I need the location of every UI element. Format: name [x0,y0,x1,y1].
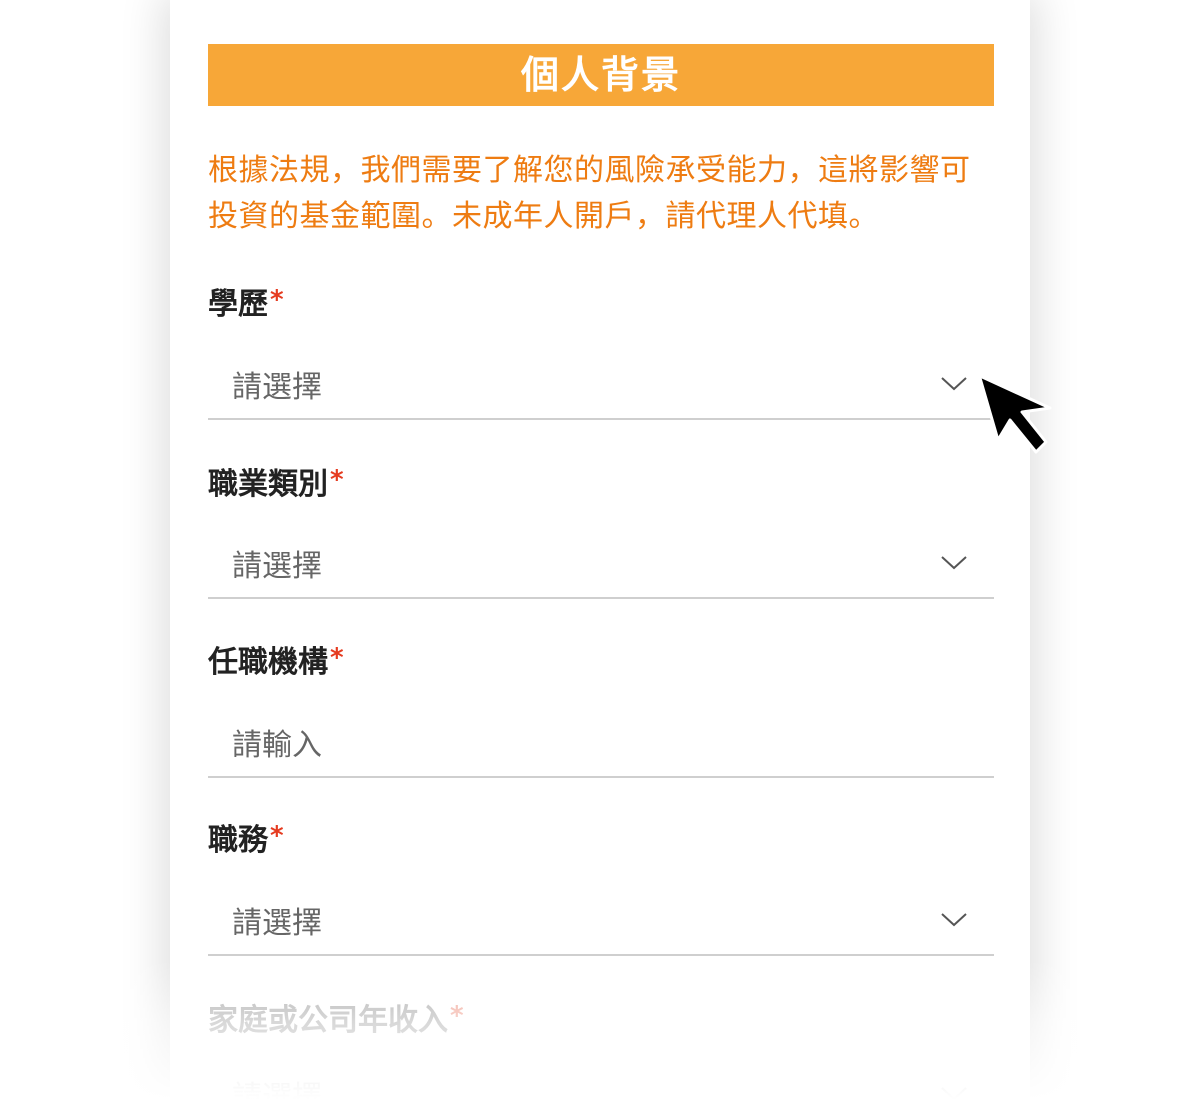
occupation-category-label: 職業類別* [208,462,344,503]
chevron-down-icon[interactable] [940,1084,968,1100]
employer-input[interactable]: 請輸入 [208,716,994,778]
required-mark: * [270,821,284,851]
employer-label: 任職機構* [208,640,344,681]
education-label-text: 學歷 [208,287,268,322]
education-select[interactable]: 請選擇 [208,358,994,420]
job-title-select[interactable]: 請選擇 [208,894,994,956]
occupation-category-select[interactable]: 請選擇 [208,537,994,599]
mouse-cursor-icon [978,374,1052,454]
page-stage: 個人背景 根據法規，我們需要了解您的風險承受能力，這將影響可投資的基金範圍。未成… [0,0,1200,1100]
occupation-category-label-text: 職業類別 [208,467,328,502]
job-title-placeholder: 請選擇 [232,906,322,941]
employer-placeholder: 請輸入 [232,728,322,763]
required-mark: * [450,1001,464,1031]
annual-income-select[interactable]: 請選擇 [208,1068,994,1100]
required-mark: * [330,465,344,495]
chevron-down-icon[interactable] [940,553,968,573]
chevron-down-icon[interactable] [940,374,968,394]
annual-income-placeholder: 請選擇 [232,1080,322,1100]
employer-label-text: 任職機構 [208,645,328,680]
job-title-label-text: 職務 [208,823,268,858]
required-mark: * [270,285,284,315]
job-title-label: 職務* [208,818,284,859]
section-title: 個人背景 [208,44,994,106]
education-placeholder: 請選擇 [232,370,322,405]
occupation-category-placeholder: 請選擇 [232,549,322,584]
risk-notice: 根據法規，我們需要了解您的風險承受能力，這將影響可投資的基金範圍。未成年人開戶，… [208,153,971,234]
annual-income-label: 家庭或公司年收入* [208,998,464,1039]
annual-income-label-text: 家庭或公司年收入 [208,1003,448,1038]
required-mark: * [330,643,344,673]
chevron-down-icon[interactable] [940,910,968,930]
education-label: 學歷* [208,282,284,323]
